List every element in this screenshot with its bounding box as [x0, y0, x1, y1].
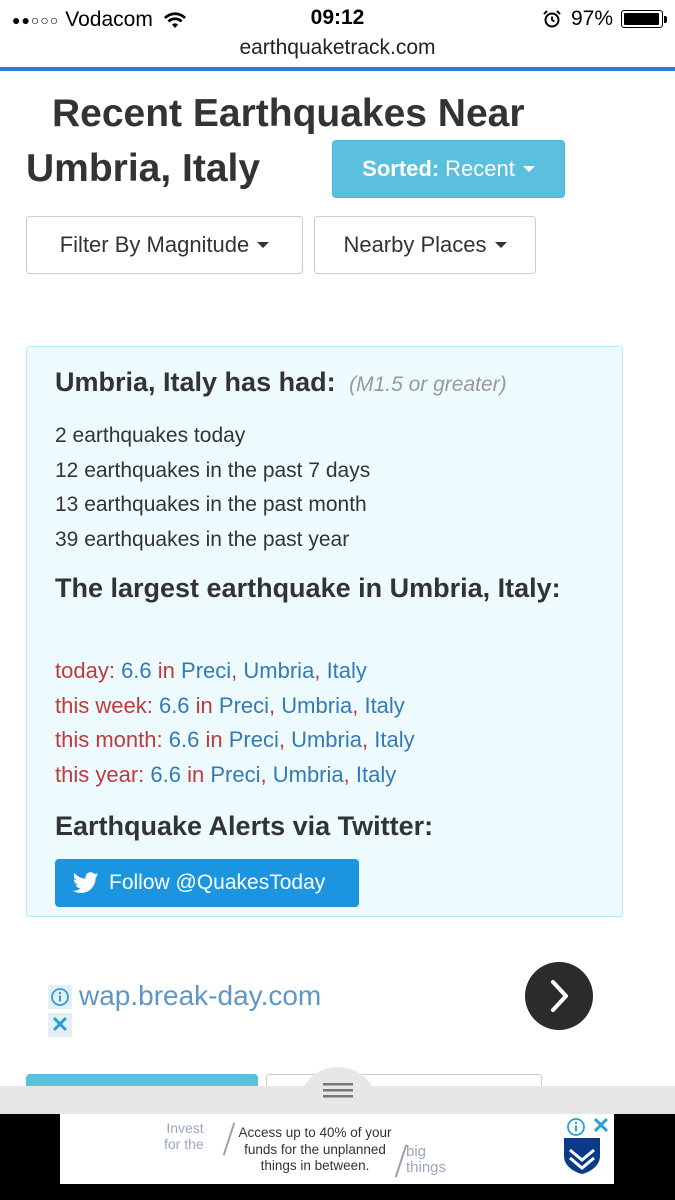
- ad-close-icon[interactable]: ✕: [48, 1012, 72, 1037]
- comma: ,: [260, 761, 267, 787]
- banner-big-things-text: big things: [406, 1143, 447, 1176]
- status-right: 97%: [543, 7, 667, 31]
- region-link[interactable]: Umbria: [281, 693, 352, 718]
- country-link[interactable]: Italy: [364, 693, 404, 718]
- nearby-places-label: Nearby Places: [343, 232, 487, 257]
- earthquake-counts: 2 earthquakes today 12 earthquakes in th…: [55, 419, 370, 557]
- in-word: in: [157, 658, 175, 683]
- banner-ad[interactable]: Invest for the Access up to 40% of your …: [60, 1114, 614, 1184]
- comma: ,: [269, 692, 276, 718]
- comma: ,: [231, 658, 238, 683]
- status-bar: ●●○○○ Vodacom 09:12 97%: [0, 0, 675, 36]
- count-week: 12 earthquakes in the past 7 days: [55, 458, 371, 482]
- sorted-value: Recent: [445, 156, 515, 181]
- alarm-icon: [543, 10, 561, 28]
- in-word: in: [205, 727, 223, 752]
- battery-icon: [621, 10, 667, 28]
- caret-down-icon: [522, 166, 535, 172]
- place-link[interactable]: Preci: [219, 693, 269, 718]
- count-month: 13 earthquakes in the past month: [55, 493, 367, 516]
- largest-row-month: this month: 6.6 in Preci, Umbria, Italy: [55, 723, 415, 758]
- battery-level: [624, 13, 659, 25]
- caret-down-icon: [257, 242, 270, 248]
- period-label: this year:: [55, 761, 145, 787]
- has-had-title: Umbria, Italy has had:: [55, 367, 336, 397]
- ad-next-button[interactable]: [525, 962, 593, 1030]
- chevron-right-icon: [551, 980, 568, 1012]
- region-link[interactable]: Umbria: [243, 658, 314, 683]
- count-year: 39 earthquakes in the past year: [55, 527, 350, 551]
- country-link[interactable]: Italy: [374, 727, 414, 752]
- largest-row-week: this week: 6.6 in Preci, Umbria, Italy: [55, 689, 415, 724]
- country-link[interactable]: Italy: [327, 658, 367, 683]
- place-link[interactable]: Preci: [181, 658, 231, 683]
- battery-percent: 97%: [570, 7, 613, 30]
- comma: ,: [343, 761, 350, 787]
- comma: ,: [278, 727, 285, 752]
- has-had-heading: Umbria, Italy has had: (M1.5 or greater): [55, 367, 507, 398]
- banner-invest-text: Invest for the: [164, 1120, 204, 1152]
- place-link[interactable]: Preci: [210, 762, 260, 787]
- earthquake-stats-panel: Umbria, Italy has had: (M1.5 or greater)…: [26, 346, 623, 917]
- twitter-bird-icon: [73, 872, 99, 893]
- in-word: in: [195, 692, 213, 718]
- comma: ,: [314, 658, 321, 683]
- follow-twitter-button[interactable]: Follow @QuakesToday: [55, 859, 359, 907]
- sorted-label: Sorted:: [362, 156, 440, 181]
- filter-by-magnitude-button[interactable]: Filter By Magnitude: [26, 216, 303, 274]
- nearby-places-button[interactable]: Nearby Places: [314, 216, 536, 274]
- page-title-line-2: Umbria, Italy: [26, 147, 261, 190]
- magnitude-link[interactable]: 6.6: [159, 693, 190, 718]
- period-label: this week:: [55, 692, 153, 718]
- comma: ,: [361, 727, 369, 752]
- largest-earthquake-list: today: 6.6 in Preci, Umbria, Italy this …: [55, 654, 415, 792]
- comma: ,: [352, 692, 359, 718]
- sorted-dropdown-button[interactable]: Sorted: Recent: [332, 140, 565, 198]
- ad-link[interactable]: wap.break-day.com: [79, 980, 321, 1012]
- period-label: today:: [55, 658, 115, 683]
- banner-info-icon[interactable]: [565, 1116, 587, 1138]
- period-label: this month:: [55, 727, 163, 752]
- caret-down-icon: [494, 242, 507, 248]
- country-link[interactable]: Italy: [356, 762, 396, 787]
- largest-row-year: this year: 6.6 in Preci, Umbria, Italy: [55, 758, 415, 793]
- page-load-progress: [0, 67, 675, 71]
- url-bar[interactable]: earthquaketrack.com: [0, 36, 675, 66]
- in-word: in: [187, 761, 205, 787]
- place-link[interactable]: Preci: [229, 727, 279, 752]
- page-title-line-1: Recent Earthquakes Near: [52, 92, 525, 135]
- magnitude-link[interactable]: 6.6: [169, 727, 200, 752]
- follow-twitter-label: Follow @QuakesToday: [109, 871, 326, 894]
- magnitude-link[interactable]: 6.6: [121, 658, 152, 683]
- region-link[interactable]: Umbria: [273, 762, 344, 787]
- magnitude-qualifier: (M1.5 or greater): [349, 373, 507, 396]
- banner-close-icon[interactable]: ✕: [590, 1113, 612, 1138]
- twitter-alerts-heading: Earthquake Alerts via Twitter:: [55, 811, 434, 841]
- magnitude-link[interactable]: 6.6: [150, 762, 181, 787]
- count-today: 2 earthquakes today: [55, 424, 246, 447]
- banner-main-text: Access up to 40% of your funds for the u…: [238, 1125, 392, 1173]
- largest-row-today: today: 6.6 in Preci, Umbria, Italy: [55, 654, 415, 689]
- largest-earthquake-heading: The largest earthquake in Umbria, Italy:: [55, 573, 561, 603]
- filter-by-magnitude-label: Filter By Magnitude: [59, 232, 250, 257]
- region-link[interactable]: Umbria: [291, 727, 362, 752]
- ad-info-icon[interactable]: [48, 985, 72, 1009]
